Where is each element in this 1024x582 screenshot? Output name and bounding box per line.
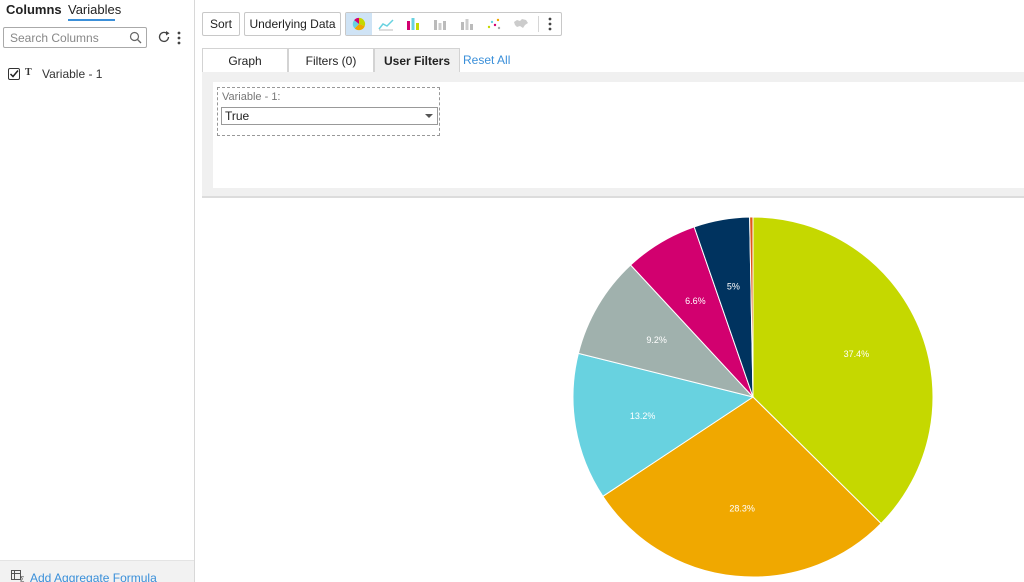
column-chart-button[interactable] bbox=[427, 13, 453, 35]
stacked-chart-icon bbox=[461, 19, 473, 30]
chevron-down-icon bbox=[425, 114, 433, 118]
tab-user-filters[interactable]: User Filters bbox=[374, 48, 460, 72]
search-icon[interactable] bbox=[129, 31, 142, 44]
filter-selected-value: True bbox=[225, 109, 250, 123]
checkmark-icon bbox=[9, 70, 19, 78]
column-chart-icon bbox=[434, 20, 446, 30]
filter-item: Variable - 1: True bbox=[217, 87, 440, 136]
fields-panel: Columns Variables T Vari bbox=[0, 0, 195, 582]
aggregate-formula-icon: Σ bbox=[11, 570, 25, 582]
bar-chart-icon bbox=[407, 18, 419, 30]
pie-chart-button[interactable] bbox=[346, 13, 372, 35]
scatter-chart-icon bbox=[487, 18, 501, 30]
chart-type-selector bbox=[345, 12, 562, 36]
tab-variables[interactable]: Variables bbox=[68, 2, 121, 17]
more-options-icon[interactable] bbox=[175, 30, 183, 46]
pie-slice-label: 37.4% bbox=[844, 349, 870, 359]
pie-slice-label: 13.2% bbox=[630, 411, 656, 421]
svg-text:Σ: Σ bbox=[20, 577, 25, 582]
pie-slice-label: 6.6% bbox=[685, 296, 706, 306]
variable-label: Variable - 1 bbox=[42, 67, 103, 81]
text-type-icon: T bbox=[25, 67, 32, 78]
more-options-icon bbox=[548, 17, 552, 31]
variable-item[interactable]: T Variable - 1 bbox=[6, 66, 186, 84]
footer-bar: Σ Add Aggregate Formula bbox=[0, 560, 194, 582]
underlying-data-button[interactable]: Underlying Data bbox=[244, 12, 341, 36]
filter-select[interactable]: True bbox=[221, 107, 438, 125]
filter-content: Variable - 1: True bbox=[213, 82, 1024, 188]
stacked-chart-button[interactable] bbox=[454, 13, 480, 35]
line-chart-icon bbox=[378, 19, 394, 31]
variable-checkbox[interactable] bbox=[8, 68, 20, 80]
filter-label: Variable - 1: bbox=[222, 91, 281, 103]
map-chart-icon bbox=[514, 19, 528, 28]
pie-chart: 37.4% 28.3% 13.2% 9.2% 6.6% 5% bbox=[572, 216, 934, 578]
chart-more-button[interactable] bbox=[539, 13, 561, 35]
search-box bbox=[3, 27, 147, 48]
pie-chart-icon bbox=[352, 17, 366, 31]
active-tab-indicator bbox=[68, 19, 115, 21]
app-root: Columns Variables T Vari bbox=[0, 0, 1024, 582]
pie-slice-label: 5% bbox=[727, 282, 740, 292]
tab-columns[interactable]: Columns bbox=[6, 2, 62, 17]
tab-graph[interactable]: Graph bbox=[202, 48, 288, 72]
line-chart-button[interactable] bbox=[373, 13, 399, 35]
view-tabs: Graph Filters (0) User Filters Reset All bbox=[202, 48, 1024, 72]
user-filters-panel: Variable - 1: True bbox=[202, 72, 1024, 198]
pie-slice-label: 28.3% bbox=[729, 503, 755, 513]
pie-slices bbox=[572, 216, 934, 578]
add-aggregate-formula-link[interactable]: Add Aggregate Formula bbox=[30, 571, 157, 582]
reset-all-link[interactable]: Reset All bbox=[463, 53, 510, 67]
scatter-chart-button[interactable] bbox=[481, 13, 507, 35]
search-columns-input[interactable] bbox=[4, 28, 128, 47]
bar-chart-button[interactable] bbox=[400, 13, 426, 35]
pie-slice-label: 9.2% bbox=[646, 335, 667, 345]
map-chart-button[interactable] bbox=[508, 13, 534, 35]
tab-filters[interactable]: Filters (0) bbox=[288, 48, 374, 72]
sort-button[interactable]: Sort bbox=[202, 12, 240, 36]
refresh-icon[interactable] bbox=[157, 30, 171, 44]
